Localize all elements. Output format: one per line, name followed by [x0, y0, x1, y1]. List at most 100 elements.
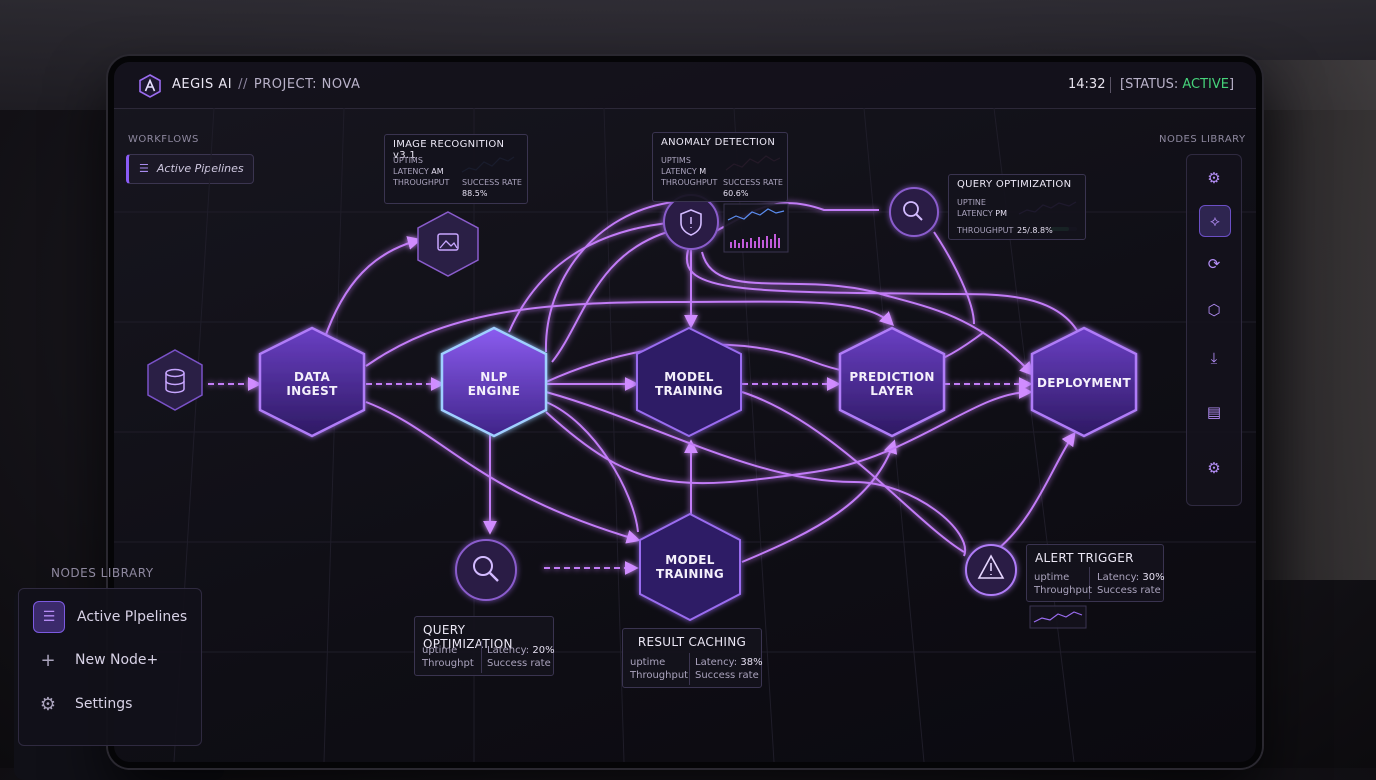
query-top-throughput: THROUGHPUT: [957, 226, 1014, 235]
model-training-bottom-line-1: MODEL: [665, 553, 715, 567]
model-training-top-label: MODEL TRAINING: [639, 370, 739, 398]
query-top-latency-value: PM: [995, 209, 1008, 218]
image-recognition-success-label: SUCCESS RATE: [462, 178, 522, 187]
query-optimization-bottom-panel[interactable]: QUERY OPTIMIZATION uptime Throughpt Late…: [414, 616, 555, 676]
nlp-engine-line-2: ENGINE: [467, 384, 521, 398]
query-bottom-throughput: Throughpt: [422, 658, 474, 669]
anomaly-throughput: THROUGHPUT: [661, 178, 718, 187]
rail-sync-button[interactable]: ⟳: [1199, 249, 1229, 279]
rail-settings-button[interactable]: ⚙: [1199, 453, 1229, 483]
result-caching-latency-label: Latency:: [695, 657, 738, 668]
alert-trigger-latency: Latency: 30%: [1097, 571, 1165, 584]
alert-trigger-uptime: uptime: [1034, 572, 1070, 583]
rail-gear-button[interactable]: ⚙: [1199, 163, 1229, 193]
result-caching-latency-value: 38%: [740, 657, 763, 668]
library-item-label: Settings: [75, 696, 133, 712]
result-caching-latency: Latency: 38%: [695, 656, 763, 669]
image-recognition-uptime: UPTIMS: [393, 156, 423, 165]
box-icon: ⬡: [1207, 301, 1221, 319]
list-icon: ☰: [33, 601, 65, 633]
anomaly-detection-panel[interactable]: ANOMALY DETECTION UPTIMS LATENCY M THROU…: [652, 132, 788, 202]
result-caching-throughput: Throughput: [630, 670, 689, 681]
query-optimization-top-panel[interactable]: QUERY OPTIMIZATION UPTINE LATENCY PM THR…: [948, 174, 1086, 240]
alert-trigger-panel[interactable]: ALERT TRIGGER uptime Throughput Latency:…: [1026, 544, 1165, 602]
nodes-library-rail: ⚙ ⟡ ⟳ ⬡ ⤓ ▤ ⚙: [1186, 154, 1242, 506]
query-optimization-node-bottom[interactable]: [455, 539, 517, 601]
model-training-top-line-2: TRAINING: [655, 384, 723, 398]
model-training-top-line-1: MODEL: [664, 370, 714, 384]
anomaly-title: ANOMALY DETECTION: [661, 137, 776, 148]
prediction-layer-label: PREDICTION LAYER: [842, 370, 942, 398]
result-caching-panel[interactable]: RESULT CACHING uptime Throughput Latency…: [622, 628, 763, 688]
network-icon: ⟡: [1210, 212, 1220, 230]
library-item-active-pipelines[interactable]: ☰ Active Plpelines: [33, 601, 187, 633]
nodes-library-left-title: NODES LIBRARY: [51, 566, 154, 580]
alert-trigger-latency-value: 30%: [1142, 572, 1165, 583]
alert-trigger-title: ALERT TRIGGER: [1035, 551, 1134, 565]
anomaly-latency-value: M: [699, 167, 707, 176]
image-recognition-latency-label: LATENCY: [393, 167, 429, 176]
rail-download-button[interactable]: ⤓: [1199, 343, 1229, 373]
image-recognition-latency-value: AM: [431, 167, 444, 176]
alert-trigger-success: Success rate: [1097, 585, 1161, 596]
image-recognition-latency: LATENCY AM: [393, 166, 444, 177]
query-bottom-uptime: uptime: [422, 645, 458, 656]
nlp-engine-line-1: NLP: [480, 370, 508, 384]
image-recognition-panel[interactable]: IMAGE RECOGNITION v3.1 UPTIMS LATENCY AM…: [384, 134, 528, 204]
anomaly-detection-node[interactable]: [663, 194, 719, 250]
result-caching-divider: [689, 653, 690, 685]
clipboard-icon: ▤: [1206, 403, 1222, 421]
alert-trigger-throughput: Throughput: [1034, 585, 1093, 596]
query-bottom-latency-label: Latency:: [487, 645, 530, 656]
query-top-latency-label: LATENCY: [957, 209, 993, 218]
plus-icon: +: [40, 649, 56, 671]
query-top-title: QUERY OPTIMIZATION: [957, 179, 1072, 190]
library-item-label: Active Plpelines: [77, 609, 188, 625]
deployment-line-1: DEPLOYMENT: [1036, 376, 1131, 390]
query-optimization-node-top[interactable]: [889, 187, 939, 237]
alert-trigger-node[interactable]: [965, 544, 1017, 596]
image-recognition-success-value: 88.5%: [462, 189, 488, 198]
rail-network-button[interactable]: ⟡: [1199, 205, 1231, 237]
nodes-library-panel: ☰ Active Plpelines + New Node+ ⚙ Settings: [18, 588, 202, 746]
prediction-layer-line-1: PREDICTION: [849, 370, 935, 384]
image-recognition-throughput: THROUGHPUT: [393, 178, 450, 187]
anomaly-success-label: SUCCESS RATE: [723, 178, 783, 187]
download-icon: ⤓: [1210, 349, 1218, 367]
tablet-screen: AEGIS AI//PROJECT: NOVA 14:32 [STATUS: A…: [108, 56, 1262, 768]
database-node[interactable]: [147, 349, 203, 411]
rail-clipboard-button[interactable]: ▤: [1199, 397, 1229, 427]
query-bottom-divider: [481, 641, 482, 673]
deployment-label: DEPLOYMENT: [1034, 376, 1134, 390]
result-caching-uptime: uptime: [630, 657, 666, 668]
anomaly-latency-label: LATENCY: [661, 167, 697, 176]
library-item-settings[interactable]: ⚙ Settings: [33, 689, 133, 719]
query-top-success-value: 25/.8.8%: [1017, 226, 1053, 235]
anomaly-uptime: UPTIMS: [661, 156, 691, 165]
result-caching-title: RESULT CACHING: [637, 635, 747, 649]
alert-trigger-latency-label: Latency:: [1097, 572, 1140, 583]
query-top-latency: LATENCY PM: [957, 208, 1007, 219]
library-item-new-node[interactable]: + New Node+: [33, 645, 158, 675]
gear-icon: ⚙: [39, 693, 57, 715]
anomaly-latency: LATENCY M: [661, 166, 706, 177]
sync-icon: ⟳: [1207, 255, 1221, 273]
anomaly-success-value: 60.6%: [723, 189, 749, 198]
query-bottom-success: Success rate: [487, 658, 551, 669]
result-caching-success: Success rate: [695, 670, 759, 681]
data-ingest-line-1: DATA: [293, 370, 331, 384]
alert-sparkline-panel: [1029, 605, 1087, 629]
query-bottom-latency-value: 20%: [532, 645, 555, 656]
gear-icon: ⚙: [1207, 169, 1221, 187]
data-ingest-label: DATA INGEST: [262, 370, 362, 398]
rail-box-button[interactable]: ⬡: [1199, 295, 1229, 325]
image-recognition-node[interactable]: [417, 211, 479, 277]
library-item-label: New Node+: [75, 652, 159, 668]
query-bottom-latency: Latency: 20%: [487, 644, 555, 657]
data-ingest-line-2: INGEST: [286, 384, 338, 398]
query-top-uptime: UPTINE: [957, 198, 986, 207]
nlp-engine-label: NLP ENGINE: [444, 370, 544, 398]
settings-icon: ⚙: [1207, 459, 1221, 477]
model-training-bottom-label: MODEL TRAINING: [640, 553, 740, 581]
model-training-bottom-line-2: TRAINING: [656, 567, 724, 581]
